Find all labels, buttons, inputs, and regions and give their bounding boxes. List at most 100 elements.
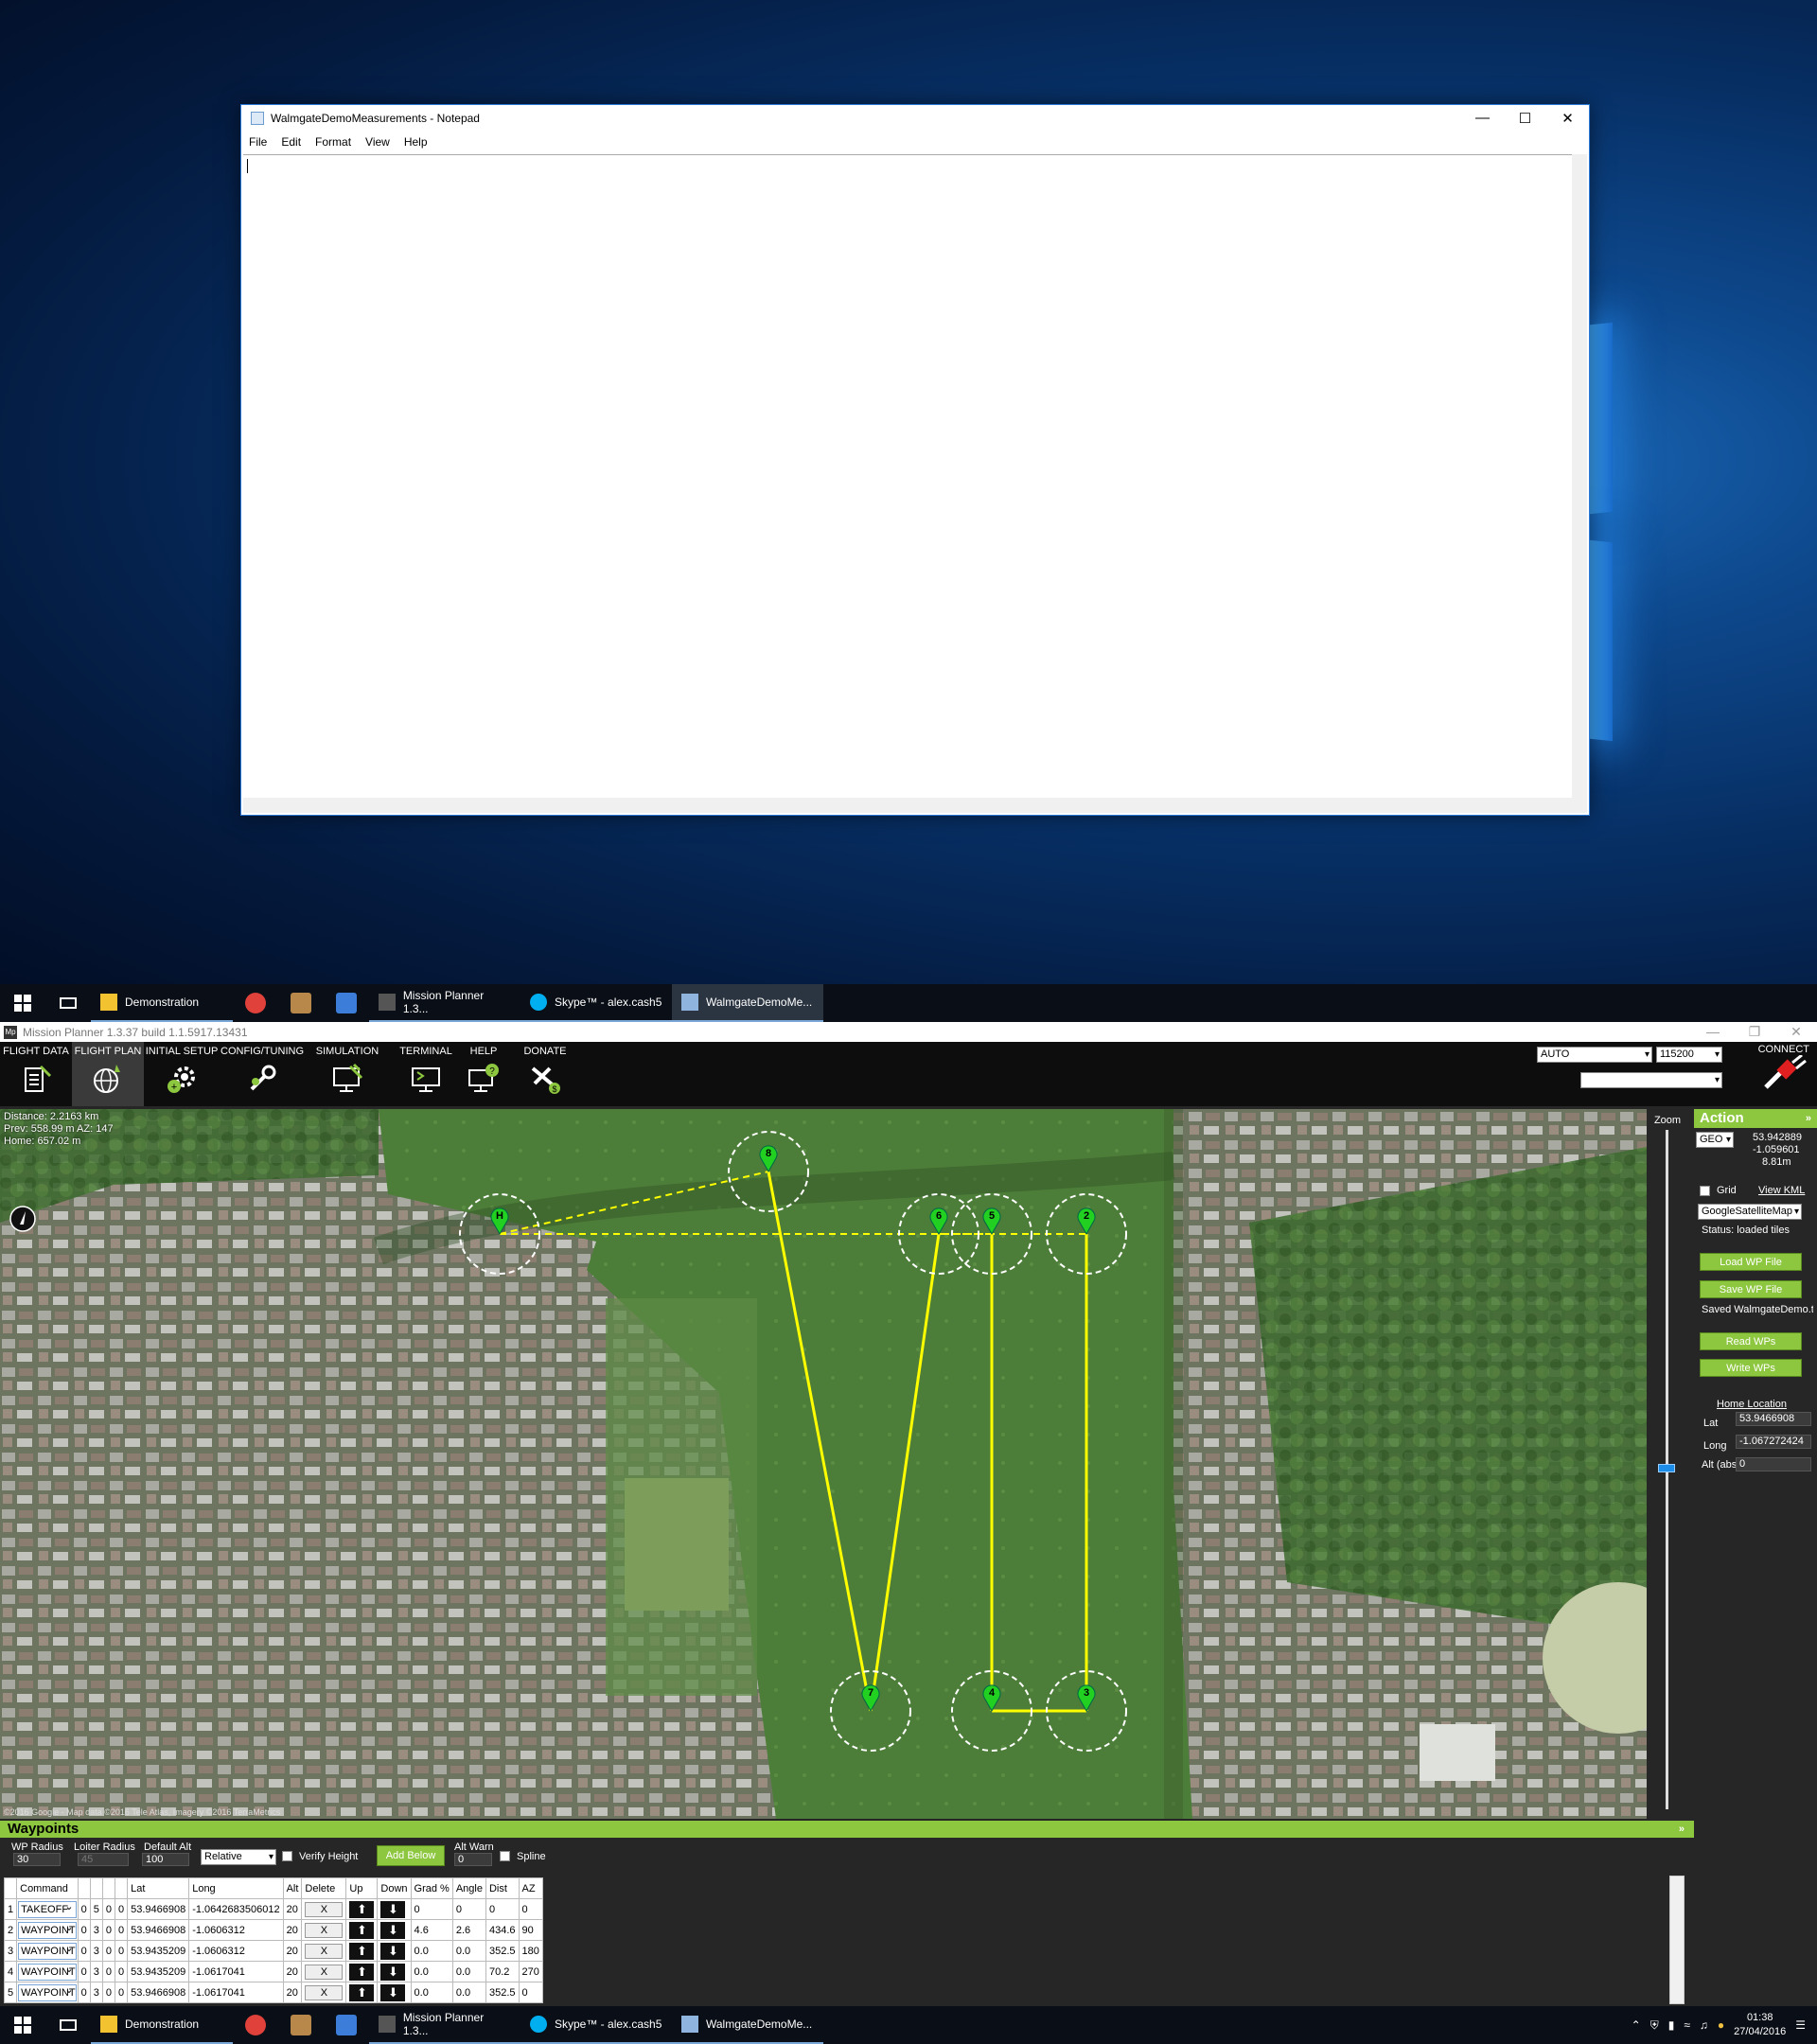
- taskbar-item-notepad[interactable]: WalmgateDemoMe...: [672, 2006, 823, 2044]
- cell-lat[interactable]: 53.9466908: [127, 1982, 190, 2003]
- cell-az[interactable]: 180: [518, 1940, 543, 1962]
- collapse-icon[interactable]: »: [1679, 1821, 1694, 1838]
- move-up-icon[interactable]: ⬆: [349, 1963, 375, 1981]
- start-button[interactable]: [0, 2006, 45, 2044]
- taskbar-item-app[interactable]: [278, 984, 324, 1022]
- cell-p3[interactable]: 0: [101, 1919, 115, 1941]
- cell-num[interactable]: 1: [3, 1898, 18, 1920]
- cell-alt[interactable]: 20: [282, 1940, 303, 1962]
- verify-height-checkbox[interactable]: [282, 1851, 292, 1861]
- delete-cell[interactable]: X: [301, 1982, 347, 2003]
- delete-cell[interactable]: X: [301, 1940, 347, 1962]
- cell-lat[interactable]: 53.9435209: [127, 1961, 190, 1982]
- delete-cell[interactable]: X: [301, 1919, 347, 1941]
- tab-flight-data[interactable]: FLIGHT DATA: [0, 1042, 72, 1106]
- baud-rate-select[interactable]: 115200: [1656, 1047, 1722, 1063]
- cell-p4[interactable]: 0: [114, 1940, 129, 1962]
- table-row[interactable]: 2WAYPOINT030053.9466908-1.060631220X⬆⬇4.…: [3, 1919, 543, 1941]
- command-select[interactable]: WAYPOINT: [16, 1982, 79, 2003]
- chevron-up-icon[interactable]: ⌃: [1632, 2018, 1641, 2032]
- notepad-text-area[interactable]: [243, 154, 1587, 813]
- down-cell[interactable]: ⬇: [377, 1982, 412, 2003]
- com-port-select[interactable]: [1580, 1072, 1722, 1088]
- taskbar-item-network-app[interactable]: [324, 2006, 369, 2044]
- alt-warn-field[interactable]: 0: [454, 1853, 492, 1866]
- taskbar-item-chrome[interactable]: [233, 984, 278, 1022]
- home-alt-field[interactable]: 0: [1736, 1457, 1811, 1471]
- cell-lat[interactable]: 53.9466908: [127, 1919, 190, 1941]
- tab-simulation[interactable]: SIMULATION: [305, 1042, 390, 1106]
- cell-angle[interactable]: 0.0: [451, 1961, 486, 1982]
- tab-donate[interactable]: DONATE $: [513, 1042, 577, 1106]
- down-cell[interactable]: ⬇: [377, 1898, 412, 1920]
- volume-icon[interactable]: ♫: [1700, 2018, 1708, 2032]
- table-row[interactable]: 4WAYPOINT030053.9435209-1.061704120X⬆⬇0.…: [3, 1961, 543, 1982]
- cell-p3[interactable]: 0: [101, 1982, 115, 2003]
- cell-az[interactable]: 0: [518, 1982, 543, 2003]
- taskbar-item-mission-planner[interactable]: Mission Planner 1.3...: [369, 2006, 520, 2044]
- battery-icon[interactable]: ▮: [1668, 2018, 1675, 2032]
- cell-p2[interactable]: 3: [89, 1919, 103, 1941]
- command-select[interactable]: WAYPOINT: [16, 1919, 79, 1941]
- tab-config-tuning[interactable]: CONFIG/TUNING: [220, 1042, 305, 1106]
- cell-p4[interactable]: 0: [114, 1961, 129, 1982]
- minimize-button[interactable]: —: [1461, 110, 1504, 127]
- menu-help[interactable]: Help: [404, 135, 428, 149]
- move-up-icon[interactable]: ⬆: [349, 1900, 375, 1918]
- cell-p1[interactable]: 0: [77, 1961, 91, 1982]
- start-button[interactable]: [0, 984, 45, 1022]
- close-button[interactable]: ✕: [1775, 1024, 1817, 1040]
- cell-angle[interactable]: 0: [451, 1898, 486, 1920]
- load-wp-file-button[interactable]: Load WP File: [1700, 1253, 1802, 1271]
- cell-p2[interactable]: 3: [89, 1940, 103, 1962]
- task-view-button[interactable]: [45, 984, 91, 1022]
- cell-p4[interactable]: 0: [114, 1919, 129, 1941]
- cell-angle[interactable]: 0.0: [451, 1982, 486, 2003]
- home-location-link[interactable]: Home Location: [1717, 1399, 1787, 1410]
- view-kml-link[interactable]: View KML: [1758, 1185, 1805, 1196]
- up-cell[interactable]: ⬆: [345, 1982, 379, 2003]
- cell-grad[interactable]: 0: [410, 1898, 453, 1920]
- delete-cell[interactable]: X: [301, 1961, 347, 1982]
- cell-dist[interactable]: 352.5: [485, 1940, 520, 1962]
- move-up-icon[interactable]: ⬆: [349, 1942, 375, 1960]
- cell-dist[interactable]: 434.6: [485, 1919, 520, 1941]
- home-lat-field[interactable]: 53.9466908: [1736, 1412, 1811, 1426]
- taskbar-item-skype[interactable]: Skype™ - alex.cash5: [520, 2006, 672, 2044]
- taskbar-item-skype[interactable]: Skype™ - alex.cash5: [520, 984, 672, 1022]
- map-view[interactable]: H 2 3 4 5 6 7 8 Distance: 2.2163 km Prev: 558.9…: [0, 1109, 1647, 1819]
- cell-p3[interactable]: 0: [101, 1961, 115, 1982]
- cell-p4[interactable]: 0: [114, 1898, 129, 1920]
- cell-alt[interactable]: 20: [282, 1919, 303, 1941]
- tab-help[interactable]: HELP ?: [462, 1042, 505, 1106]
- cell-p2[interactable]: 3: [89, 1961, 103, 1982]
- cell-p3[interactable]: 0: [101, 1898, 115, 1920]
- horizontal-scrollbar[interactable]: [243, 798, 1587, 813]
- connect-button[interactable]: CONNECT: [1758, 1044, 1809, 1094]
- cell-p4[interactable]: 0: [114, 1982, 129, 2003]
- vertical-scrollbar[interactable]: [1572, 154, 1587, 798]
- loiter-radius-field[interactable]: 45: [78, 1853, 129, 1866]
- move-down-icon[interactable]: ⬇: [380, 1963, 406, 1981]
- tab-terminal[interactable]: TERMINAL: [390, 1042, 462, 1106]
- taskbar-item-chrome[interactable]: [233, 2006, 278, 2044]
- command-select[interactable]: WAYPOINT: [16, 1961, 79, 1982]
- move-down-icon[interactable]: ⬇: [380, 1900, 406, 1918]
- move-down-icon[interactable]: ⬇: [380, 1921, 406, 1939]
- cell-angle[interactable]: 2.6: [451, 1919, 486, 1941]
- cell-num[interactable]: 2: [3, 1919, 18, 1941]
- cell-long[interactable]: -1.0606312: [188, 1940, 284, 1962]
- wp-radius-field[interactable]: 30: [13, 1853, 61, 1866]
- cell-p1[interactable]: 0: [77, 1919, 91, 1941]
- up-cell[interactable]: ⬆: [345, 1961, 379, 1982]
- menu-format[interactable]: Format: [315, 135, 351, 149]
- add-below-button[interactable]: Add Below: [377, 1845, 445, 1866]
- taskbar-item-explorer[interactable]: Demonstration: [91, 2006, 233, 2044]
- cell-num[interactable]: 4: [3, 1961, 18, 1982]
- wifi-icon[interactable]: ≈: [1684, 2018, 1690, 2032]
- home-long-field[interactable]: -1.067272424: [1736, 1435, 1811, 1449]
- cell-p2[interactable]: 5: [89, 1898, 103, 1920]
- cell-p2[interactable]: 3: [89, 1982, 103, 2003]
- coord-mode-select[interactable]: GEO: [1696, 1132, 1734, 1148]
- cell-grad[interactable]: 4.6: [410, 1919, 453, 1941]
